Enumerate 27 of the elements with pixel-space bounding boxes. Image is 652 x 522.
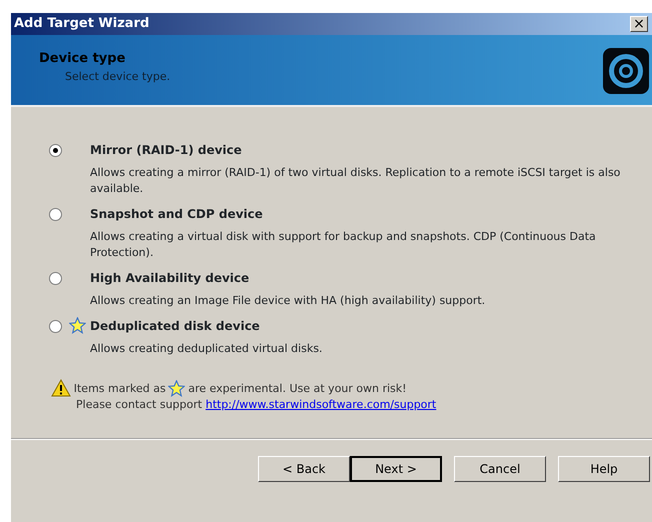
radio-button[interactable] — [49, 272, 62, 285]
close-button[interactable]: × — [630, 16, 648, 32]
wizard-button[interactable]: Cancel — [454, 456, 546, 482]
notice-text: are experimental. Use at your own risk! — [188, 380, 407, 396]
support-link[interactable]: http://www.starwindsoftware.com/support — [206, 398, 436, 411]
option-label[interactable]: Snapshot and CDP device — [90, 205, 650, 223]
option-label[interactable]: Deduplicated disk device — [90, 317, 322, 335]
warning-icon — [51, 379, 71, 397]
contact-text: Please contact support — [76, 398, 202, 411]
wizard-button[interactable]: Help — [558, 456, 650, 482]
option-description: Allows creating deduplicated virtual disks. — [90, 341, 322, 357]
window-title: Add Target Wizard — [14, 15, 150, 34]
option-description: Allows creating an Image File device with HA (high availability) support. — [90, 293, 486, 309]
header-subtitle: Select device type. — [64, 68, 170, 84]
radio-button[interactable] — [49, 320, 62, 333]
target-icon — [602, 47, 650, 95]
header-title: Device type — [39, 50, 126, 68]
notice-text: Items marked as — [74, 380, 166, 396]
option-description: Allows creating a mirror (RAID-1) of two virtual disks. Replication to a remote iSCSI target is also available. — [90, 165, 622, 197]
option-label[interactable]: High Availability device — [90, 269, 486, 287]
radio-button[interactable] — [49, 208, 62, 221]
star-icon — [168, 380, 186, 397]
wizard-button[interactable]: < Back — [258, 456, 350, 482]
wizard-button[interactable]: Next > — [350, 456, 442, 482]
option-label[interactable]: Mirror (RAID-1) device — [90, 141, 650, 159]
option-description: Allows creating a virtual disk with support for backup and snapshots. CDP (Continuous Data Protection). — [90, 229, 597, 261]
radio-button[interactable] — [49, 144, 62, 157]
